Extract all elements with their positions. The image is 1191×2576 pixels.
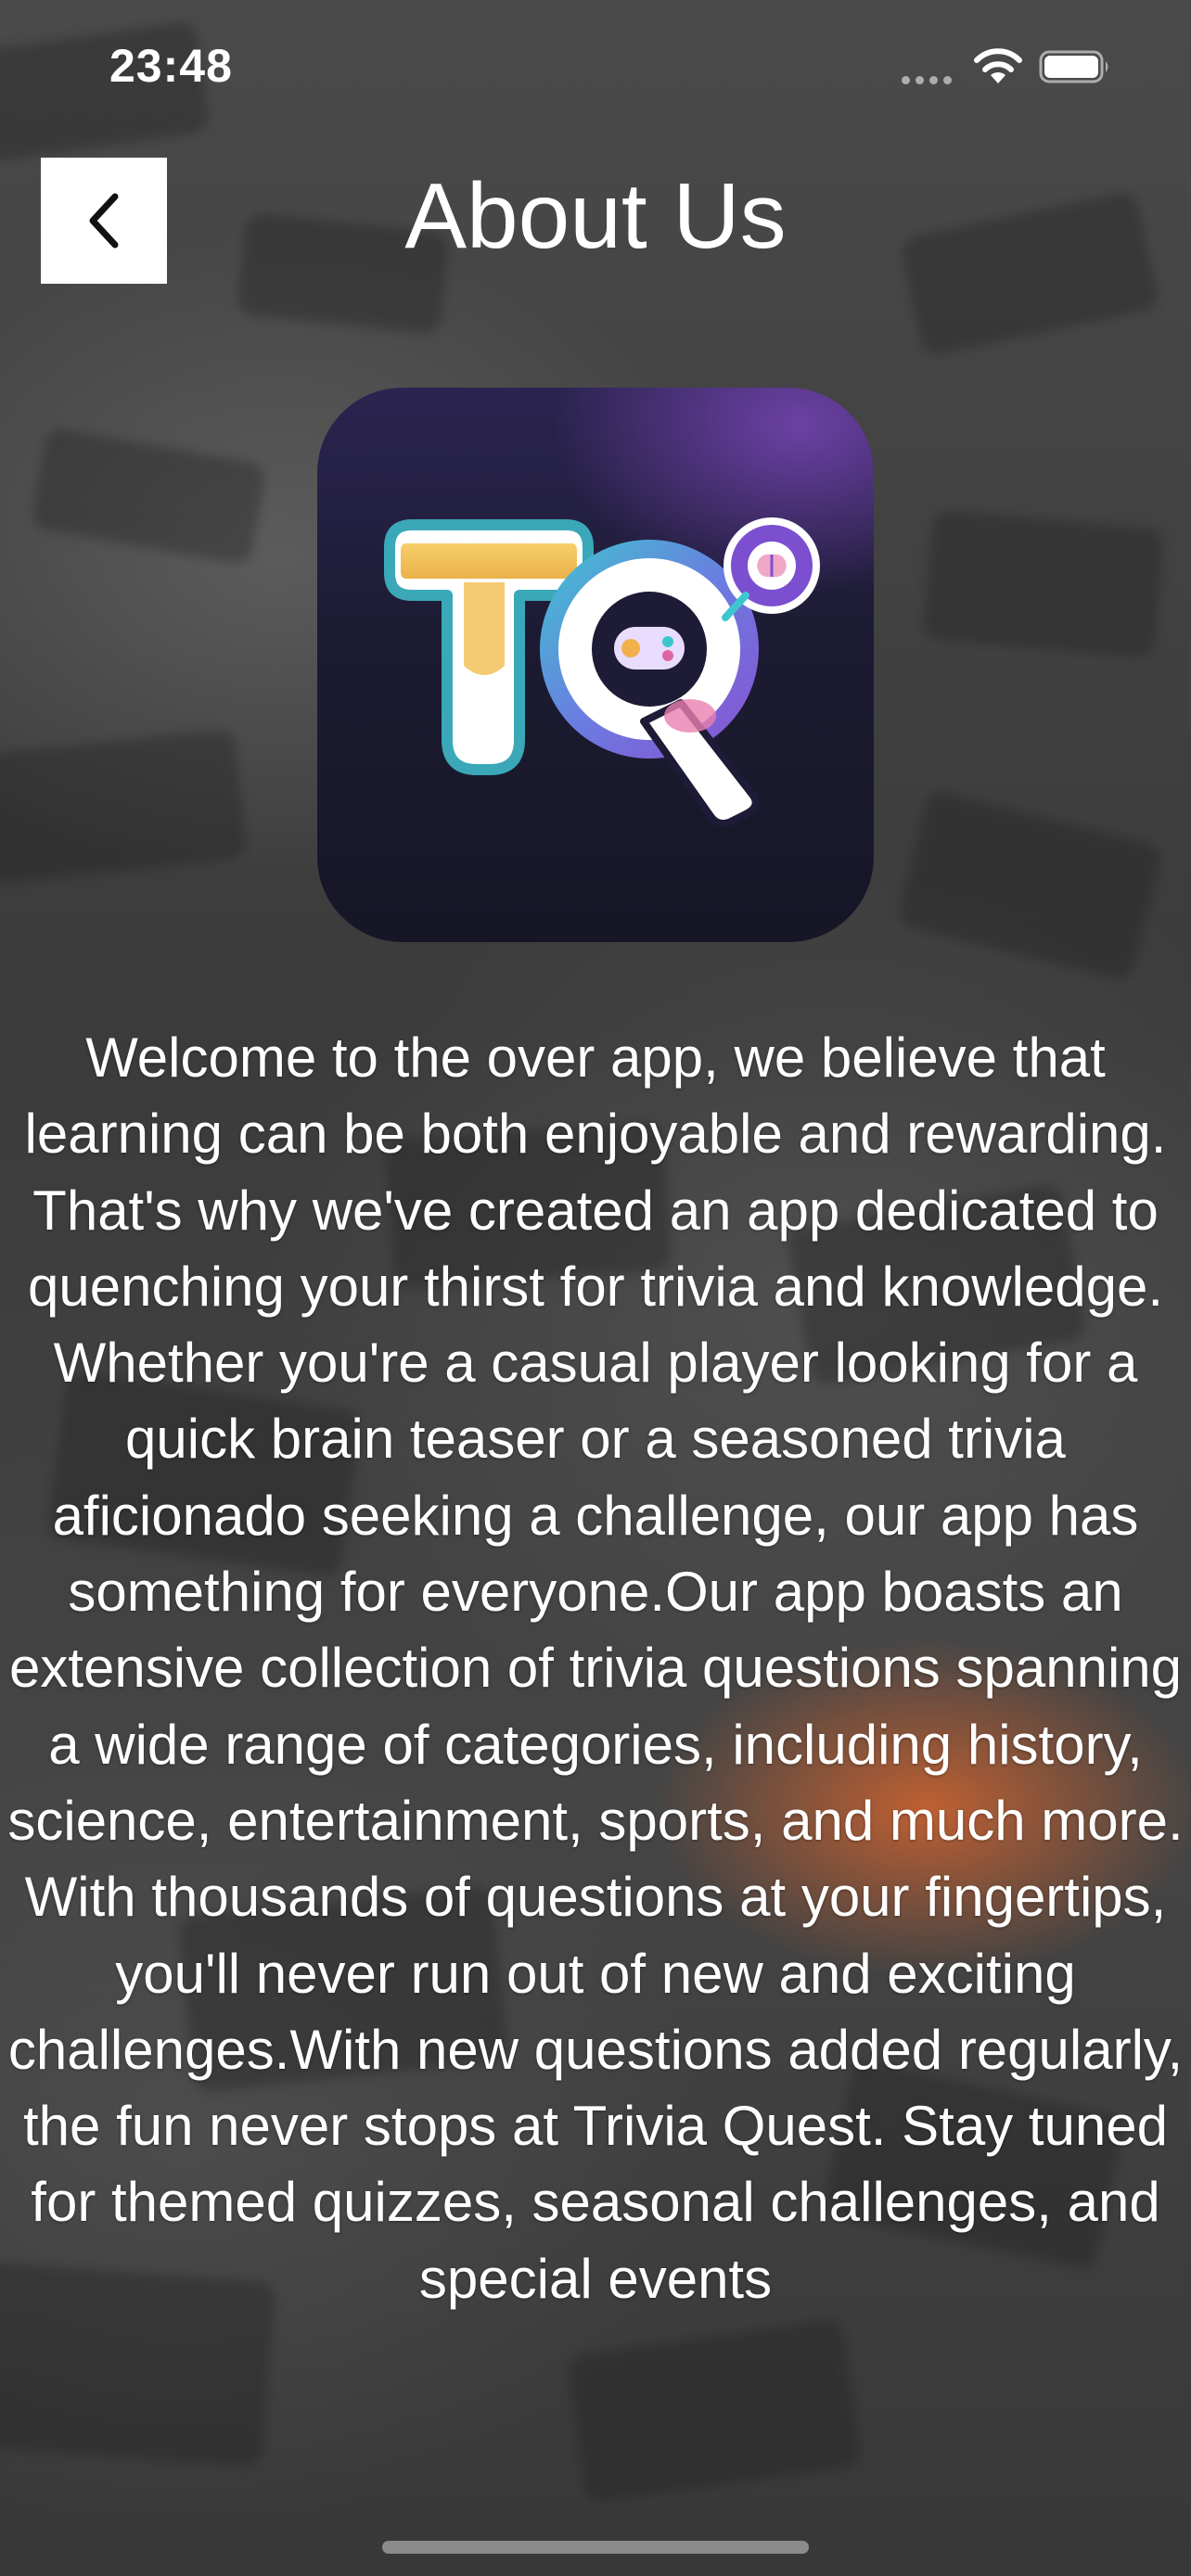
status-bar: 23:48 <box>0 0 1191 130</box>
battery-icon <box>1039 50 1108 83</box>
page-title: About Us <box>404 164 787 268</box>
about-description: Welcome to the over app, we believe that… <box>7 1027 1184 2310</box>
background-tile <box>0 728 248 886</box>
app-logo <box>317 388 874 942</box>
home-indicator <box>382 2541 809 2554</box>
background-tile <box>30 426 267 567</box>
status-time: 23:48 <box>109 40 233 92</box>
background-tile <box>566 2317 863 2505</box>
trivia-quest-logo-icon <box>384 517 820 827</box>
background-tile <box>922 509 1165 659</box>
wifi-icon <box>974 48 1022 83</box>
about-us-screen: 23:48 About Us Welcome to the over app, … <box>0 0 1191 2576</box>
cellular-signal-icon <box>902 76 952 84</box>
background-tile <box>895 788 1164 983</box>
